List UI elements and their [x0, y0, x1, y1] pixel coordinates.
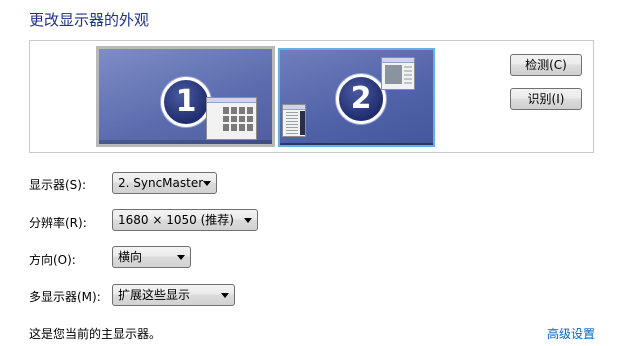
monitor-number-1: 1 [161, 77, 211, 127]
multiple-displays-select[interactable]: 扩展这些显示 [112, 284, 235, 306]
monitor-2[interactable]: 2 [278, 48, 435, 147]
monitor-1[interactable]: 1 [96, 46, 275, 147]
advanced-settings-link[interactable]: 高级设置 [547, 325, 595, 342]
orientation-select[interactable]: 横向 [112, 246, 191, 268]
orientation-label: 方向(O): [29, 253, 76, 267]
status-text: 这是您当前的主显示器。 [29, 327, 162, 341]
display-select-value: 2. SyncMaster [118, 176, 204, 190]
identify-button[interactable]: 识别(I) [510, 88, 582, 110]
window-thumbnail-icon [206, 97, 257, 140]
display-select[interactable]: 2. SyncMaster [112, 172, 217, 194]
resolution-label: 分辨率(R): [29, 216, 87, 230]
window-thumbnail-icon [381, 57, 415, 90]
detect-button[interactable]: 检测(C) [510, 54, 582, 76]
chevron-down-icon [177, 255, 185, 260]
monitor-number-2: 2 [336, 74, 386, 124]
display-label: 显示器(S): [29, 178, 87, 192]
chevron-down-icon [244, 218, 252, 223]
multiple-displays-select-value: 扩展这些显示 [118, 288, 191, 302]
chevron-down-icon [203, 181, 211, 186]
orientation-select-value: 横向 [118, 250, 143, 264]
chevron-down-icon [221, 293, 229, 298]
monitor-arrangement-area[interactable]: 1 2 检测(C) 识别(I) [29, 40, 594, 153]
window-thumbnail-icon [282, 104, 306, 137]
resolution-select-value: 1680 × 1050 (推荐) [118, 213, 234, 227]
page-title: 更改显示器的外观 [29, 11, 150, 29]
resolution-select[interactable]: 1680 × 1050 (推荐) [112, 209, 258, 231]
multiple-displays-label: 多显示器(M): [29, 290, 101, 304]
